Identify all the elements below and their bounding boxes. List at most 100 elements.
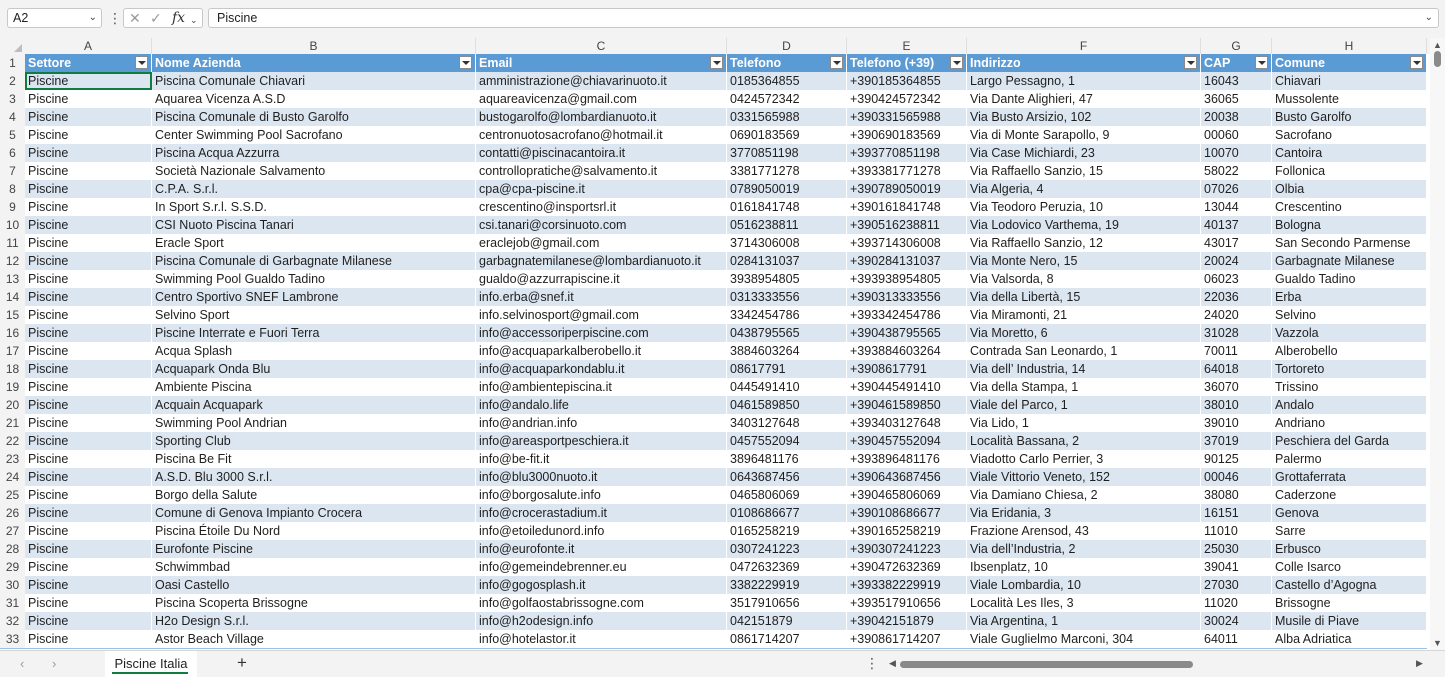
filter-dropdown-icon[interactable]: [1184, 56, 1197, 69]
cell-comune[interactable]: Mussolente: [1272, 90, 1427, 108]
formula-input[interactable]: Piscine ⌄: [208, 8, 1439, 28]
cell-indirizzo[interactable]: Viale Guglielmo Marconi, 304: [967, 630, 1201, 648]
cell-indirizzo[interactable]: Via di Monte Sarapollo, 9: [967, 126, 1201, 144]
row-number[interactable]: 12: [0, 252, 25, 270]
cell-comune[interactable]: Brissogne: [1272, 594, 1427, 612]
cell-telefono[interactable]: 3342454786: [727, 306, 847, 324]
cell-comune[interactable]: Erbusco: [1272, 540, 1427, 558]
scroll-up-icon[interactable]: ▲: [1433, 40, 1442, 50]
column-header-h[interactable]: H: [1272, 38, 1427, 54]
cell-settore[interactable]: Piscine: [25, 558, 152, 576]
cell-cap[interactable]: 31028: [1201, 324, 1272, 342]
row-number[interactable]: 8: [0, 180, 25, 198]
cell-email[interactable]: info@areasportpeschiera.it: [476, 432, 727, 450]
cell-settore[interactable]: Piscine: [25, 288, 152, 306]
cell-telefono-39[interactable]: +393403127648: [847, 414, 967, 432]
cell-telefono-39[interactable]: +393517910656: [847, 594, 967, 612]
cell-comune[interactable]: Vazzola: [1272, 324, 1427, 342]
cell-telefono[interactable]: 0108686677: [727, 504, 847, 522]
row-number[interactable]: 22: [0, 432, 25, 450]
cell-cap[interactable]: 70011: [1201, 342, 1272, 360]
cell-nome-azienda[interactable]: Acquain Acquapark: [152, 396, 476, 414]
cell-telefono-39[interactable]: +393938954805: [847, 270, 967, 288]
cell-indirizzo[interactable]: Via Case Michiardi, 23: [967, 144, 1201, 162]
cell-indirizzo[interactable]: Viale Lombardia, 10: [967, 576, 1201, 594]
expand-formula-bar-icon[interactable]: ⌄: [1425, 9, 1433, 27]
cell-indirizzo[interactable]: Via Busto Arsizio, 102: [967, 108, 1201, 126]
cell-telefono[interactable]: 0161841748: [727, 198, 847, 216]
cell-comune[interactable]: Trissino: [1272, 378, 1427, 396]
cell-comune[interactable]: San Secondo Parmense: [1272, 234, 1427, 252]
cell-cap[interactable]: 64011: [1201, 630, 1272, 648]
cell-nome-azienda[interactable]: Swimming Pool Andrian: [152, 414, 476, 432]
cell-comune[interactable]: Follonica: [1272, 162, 1427, 180]
cell-nome-azienda[interactable]: Eracle Sport: [152, 234, 476, 252]
cell-cap[interactable]: 00046: [1201, 468, 1272, 486]
cell-settore[interactable]: Piscine: [25, 396, 152, 414]
cell-telefono-39[interactable]: +393381771278: [847, 162, 967, 180]
cell-indirizzo[interactable]: Via Valsorda, 8: [967, 270, 1201, 288]
cell-email[interactable]: info@ambientepiscina.it: [476, 378, 727, 396]
close-icon[interactable]: ✕: [129, 10, 141, 26]
cell-telefono-39[interactable]: +390165258219: [847, 522, 967, 540]
cell-nome-azienda[interactable]: Sporting Club: [152, 432, 476, 450]
header-cell-nome-azienda[interactable]: Nome Azienda: [152, 54, 476, 72]
cell-nome-azienda[interactable]: Selvino Sport: [152, 306, 476, 324]
cell-telefono-39[interactable]: +390465806069: [847, 486, 967, 504]
cell-telefono[interactable]: 0472632369: [727, 558, 847, 576]
cell-settore[interactable]: Piscine: [25, 540, 152, 558]
cell-telefono[interactable]: 0307241223: [727, 540, 847, 558]
cell-nome-azienda[interactable]: Piscina Comunale Chiavari: [152, 72, 476, 90]
cell-telefono[interactable]: 0643687456: [727, 468, 847, 486]
cell-email[interactable]: eraclejob@gmail.com: [476, 234, 727, 252]
column-header-d[interactable]: D: [727, 38, 847, 54]
cell-cap[interactable]: 37019: [1201, 432, 1272, 450]
cell-telefono[interactable]: 0861714207: [727, 630, 847, 648]
cell-telefono[interactable]: 0185364855: [727, 72, 847, 90]
cell-telefono[interactable]: 0313333556: [727, 288, 847, 306]
column-header-g[interactable]: G: [1201, 38, 1272, 54]
cell-email[interactable]: bustogarolfo@lombardianuoto.it: [476, 108, 727, 126]
cell-settore[interactable]: Piscine: [25, 504, 152, 522]
cell-telefono-39[interactable]: +393896481176: [847, 450, 967, 468]
cell-telefono[interactable]: 0424572342: [727, 90, 847, 108]
cell-settore[interactable]: Piscine: [25, 144, 152, 162]
cell-settore[interactable]: Piscine: [25, 576, 152, 594]
cell-telefono-39[interactable]: +390690183569: [847, 126, 967, 144]
cell-comune[interactable]: Sarre: [1272, 522, 1427, 540]
cell-settore[interactable]: Piscine: [25, 342, 152, 360]
cell-telefono-39[interactable]: +390424572342: [847, 90, 967, 108]
cell-email[interactable]: info@blu3000nuoto.it: [476, 468, 727, 486]
row-number[interactable]: 15: [0, 306, 25, 324]
cell-indirizzo[interactable]: Via Miramonti, 21: [967, 306, 1201, 324]
cell-nome-azienda[interactable]: In Sport S.r.l. S.S.D.: [152, 198, 476, 216]
select-all-button[interactable]: [0, 38, 25, 54]
filter-dropdown-icon[interactable]: [135, 56, 148, 69]
cell-cap[interactable]: 22036: [1201, 288, 1272, 306]
cell-nome-azienda[interactable]: Piscina Étoile Du Nord: [152, 522, 476, 540]
cell-comune[interactable]: Colle Isarco: [1272, 558, 1427, 576]
cell-telefono-39[interactable]: +390516238811: [847, 216, 967, 234]
cell-nome-azienda[interactable]: Ambiente Piscina: [152, 378, 476, 396]
cell-cap[interactable]: 20024: [1201, 252, 1272, 270]
cell-comune[interactable]: Chiavari: [1272, 72, 1427, 90]
row-number[interactable]: 25: [0, 486, 25, 504]
cell-indirizzo[interactable]: Viale del Parco, 1: [967, 396, 1201, 414]
cell-comune[interactable]: Cantoira: [1272, 144, 1427, 162]
cell-email[interactable]: info@acquaparkalberobello.it: [476, 342, 727, 360]
cell-settore[interactable]: Piscine: [25, 594, 152, 612]
cell-indirizzo[interactable]: Viadotto Carlo Perrier, 3: [967, 450, 1201, 468]
cell-email[interactable]: info@andrian.info: [476, 414, 727, 432]
cell-cap[interactable]: 07026: [1201, 180, 1272, 198]
cell-email[interactable]: info@eurofonte.it: [476, 540, 727, 558]
cell-cap[interactable]: 11010: [1201, 522, 1272, 540]
cell-telefono-39[interactable]: +390313333556: [847, 288, 967, 306]
fx-icon[interactable]: fx: [172, 10, 185, 26]
cell-telefono[interactable]: 0445491410: [727, 378, 847, 396]
cell-email[interactable]: info@be-fit.it: [476, 450, 727, 468]
cell-settore[interactable]: Piscine: [25, 414, 152, 432]
cell-settore[interactable]: Piscine: [25, 630, 152, 648]
cell-cap[interactable]: 30024: [1201, 612, 1272, 630]
cell-comune[interactable]: Alba Adriatica: [1272, 630, 1427, 648]
cell-indirizzo[interactable]: Largo Pessagno, 1: [967, 72, 1201, 90]
